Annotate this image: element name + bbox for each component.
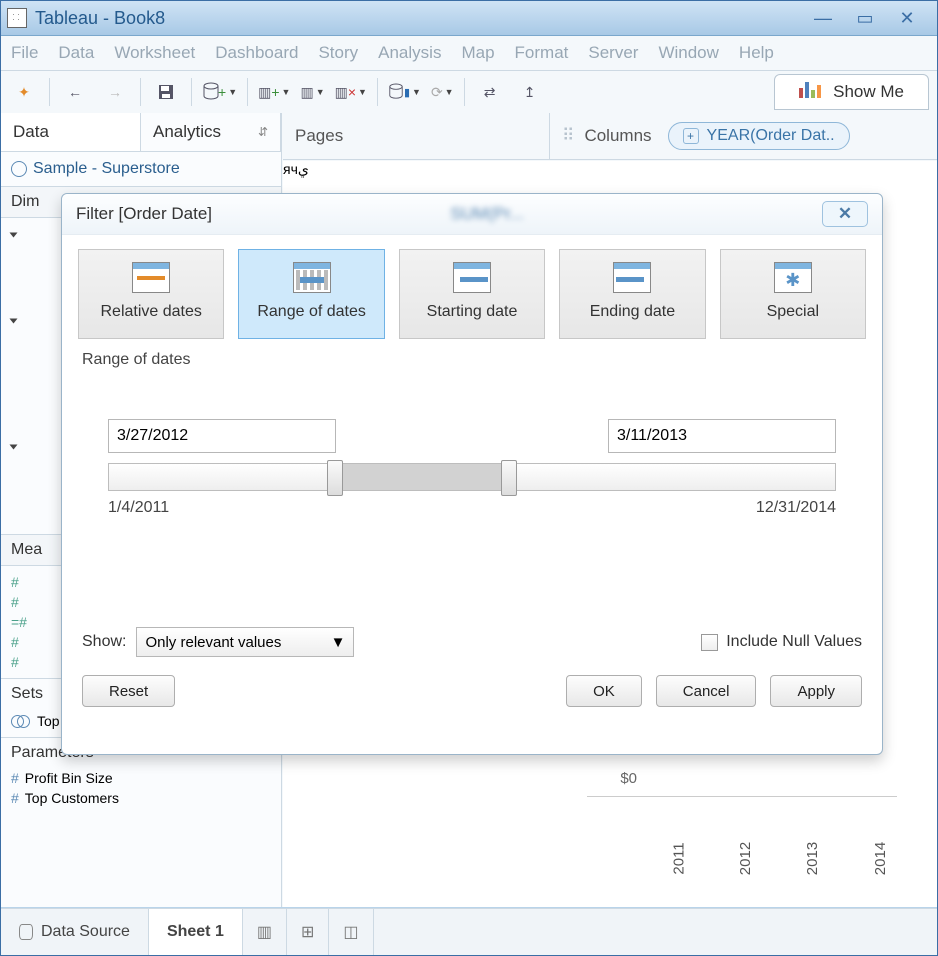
datasource-button[interactable]: +▼ <box>202 82 237 102</box>
section-label: Range of dates <box>82 351 862 369</box>
dialog-close-button[interactable]: ✕ <box>822 201 868 227</box>
minimize-button[interactable]: — <box>809 8 837 28</box>
close-button[interactable]: ✕ <box>893 8 921 28</box>
filter-option-starting[interactable]: Starting date <box>399 249 545 339</box>
include-null-label: Include Null Values <box>726 633 862 651</box>
menu-format[interactable]: Format <box>515 43 569 63</box>
show-me-label: Show Me <box>833 82 904 102</box>
dialog-title: Filter [Order Date] <box>76 204 212 224</box>
slider-handle-start[interactable] <box>327 460 343 496</box>
slider-min: 1/4/2011 <box>108 499 169 517</box>
reset-button[interactable]: Reset <box>82 675 175 707</box>
toolbar: ✦ ← → +▼ ▥+▼ ▥▼ ▥×▼ ▮▼ ⟳▼ ⇄ ↥ Show Me <box>1 71 937 114</box>
bars-icon <box>799 82 823 103</box>
menu-dashboard[interactable]: Dashboard <box>215 43 298 63</box>
tab-sheet1[interactable]: Sheet 1 <box>149 909 243 955</box>
datasource-icon <box>11 161 27 177</box>
filter-option-range[interactable]: Range of dates <box>238 249 384 339</box>
menu-file[interactable]: File <box>11 43 38 63</box>
swap-button[interactable]: ⇄ <box>475 78 505 106</box>
start-date-input[interactable] <box>108 419 336 453</box>
datasource-icon <box>19 924 33 940</box>
menu-story[interactable]: Story <box>318 43 358 63</box>
datasource-item[interactable]: Sample - Superstore <box>1 152 281 187</box>
x-axis: 2011 2012 2013 2014 <box>663 850 897 867</box>
menu-bar: File Data Worksheet Dashboard Story Anal… <box>1 36 937 71</box>
parameter-item[interactable]: #Top Customers <box>1 788 281 808</box>
save-button[interactable] <box>151 78 181 106</box>
set-icon <box>11 715 29 727</box>
apply-button[interactable]: Apply <box>770 675 862 707</box>
columns-shelf-label: ⠿Columns <box>562 126 652 146</box>
end-date-input[interactable] <box>608 419 836 453</box>
app-window: Tableau - Book8 — ▭ ✕ File Data Workshee… <box>0 0 938 956</box>
footer-tabs: Data Source Sheet 1 ▥ ⊞ ◫ <box>1 908 937 955</box>
slider-handle-end[interactable] <box>501 460 517 496</box>
new-worksheet-button[interactable]: ▥ <box>243 909 287 955</box>
filter-option-special[interactable]: ✱ Special <box>720 249 866 339</box>
pages-shelf[interactable]: Pages <box>283 113 550 159</box>
y-axis-zero: $0 <box>620 770 637 787</box>
slider-max: 12/31/2014 <box>756 499 836 517</box>
refresh-button[interactable]: ⟳▼ <box>431 84 454 101</box>
back-button[interactable]: ← <box>60 78 90 106</box>
logo-icon[interactable]: ✦ <box>9 78 39 106</box>
app-icon <box>7 8 27 28</box>
new-story-button[interactable]: ◫ <box>329 909 373 955</box>
parameter-item[interactable]: #Profit Bin Size <box>1 768 281 788</box>
show-select[interactable]: Only relevant values▼ <box>136 627 354 657</box>
new-sheet-button[interactable]: ▥+▼ <box>258 84 290 101</box>
date-slider[interactable] <box>108 463 836 491</box>
filter-dialog: Filter [Order Date] SUM(Pr... ✕ Relative… <box>61 193 883 755</box>
menu-help[interactable]: Help <box>739 43 774 63</box>
title-bar: Tableau - Book8 — ▭ ✕ <box>1 1 937 36</box>
delete-sheet-button[interactable]: ▥×▼ <box>335 84 367 101</box>
tab-datasource[interactable]: Data Source <box>1 909 149 955</box>
menu-worksheet[interactable]: Worksheet <box>114 43 195 63</box>
show-label: Show: <box>82 633 126 651</box>
include-null-checkbox[interactable] <box>701 634 718 651</box>
tab-data[interactable]: Data <box>1 113 141 151</box>
show-me-button[interactable]: Show Me <box>774 74 929 110</box>
tab-analytics[interactable]: Analytics⇵ <box>141 113 281 151</box>
cancel-button[interactable]: Cancel <box>656 675 757 707</box>
forward-button[interactable]: → <box>100 78 130 106</box>
new-dashboard-button[interactable]: ⊞ <box>287 909 329 955</box>
rows-blur: SUM(Pr... <box>450 204 524 224</box>
menu-window[interactable]: Window <box>658 43 718 63</box>
maximize-button[interactable]: ▭ <box>851 8 879 28</box>
sort-asc-button[interactable]: ↥ <box>515 78 545 106</box>
menu-data[interactable]: Data <box>58 43 94 63</box>
filter-option-ending[interactable]: Ending date <box>559 249 705 339</box>
filter-option-relative[interactable]: Relative dates <box>78 249 224 339</box>
duplicate-sheet-button[interactable]: ▥▼ <box>300 84 324 101</box>
connect-button[interactable]: ▮▼ <box>388 83 421 101</box>
menu-server[interactable]: Server <box>588 43 638 63</box>
columns-pill-year[interactable]: +YEAR(Order Dat.. <box>668 122 850 150</box>
menu-analysis[interactable]: Analysis <box>378 43 441 63</box>
ok-button[interactable]: OK <box>566 675 642 707</box>
menu-map[interactable]: Map <box>461 43 494 63</box>
window-title: Tableau - Book8 <box>35 8 165 29</box>
